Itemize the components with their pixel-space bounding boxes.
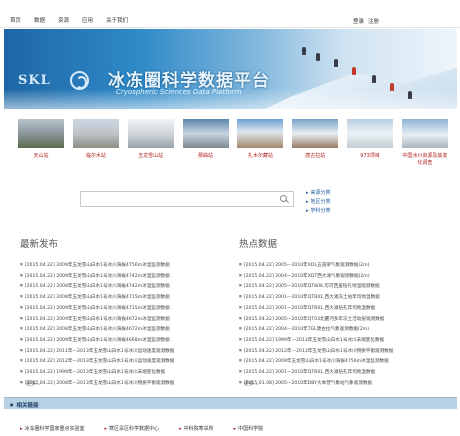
station-item[interactable]: 973项目	[347, 119, 394, 167]
nav-item-home[interactable]: 首页	[10, 16, 21, 24]
latest-list-item[interactable]: [2015.04.22] 2011年—2013年玉龙雪山白水1号冰川运动速度观测…	[20, 346, 220, 357]
related-links-bar: 相关链接	[4, 397, 457, 409]
climber-figure	[302, 47, 306, 55]
climber-figure	[390, 83, 394, 91]
search-input[interactable]	[81, 192, 271, 206]
climber-figure	[316, 53, 320, 61]
hot-list-item[interactable]: [2015.04.22] 2009年玉龙雪山白水1号冰川海拔4756m冰温监测数…	[239, 356, 453, 367]
search-box	[80, 191, 294, 207]
latest-list-item[interactable]: [2015.04.22] 2008年玉龙雪山白水1号冰川海拔4672m冰温监测数…	[20, 324, 220, 335]
site-subtitle: Cryospheric Sciences Data Platform	[116, 88, 242, 96]
related-link[interactable]: 寒区旱区科学数据中心	[105, 425, 159, 432]
category-links: 来源分类 地区分类 学科分类	[306, 189, 331, 216]
latest-list-item[interactable]: [2015.04.22] 2008年玉龙雪山白水1号冰川海拔4715m冰温监测数…	[20, 292, 220, 303]
nav-item-applications[interactable]: 应用	[82, 16, 93, 24]
latest-list-item[interactable]: [2015.04.22] 2012年—2013年玉龙雪山白水1号冰川运动速度观测…	[20, 356, 220, 367]
station-label[interactable]: 扎木尔藏站	[237, 153, 283, 160]
hot-list-item[interactable]: [2015.04.22] 2005—2010年QT806,可可西里钻孔地温观测数…	[239, 281, 453, 292]
station-item[interactable]: 扎木尔藏站	[237, 119, 284, 167]
nav-item-about[interactable]: 关于我们	[106, 16, 128, 24]
station-item[interactable]: 中国冰川资源及其变化调查	[401, 119, 448, 167]
related-links-list: 冰冻圈科学国家重点实验室 寒区旱区科学数据中心 中科院寒旱所 中国科学院	[20, 425, 264, 432]
hot-more-link[interactable]: 更多...	[244, 380, 259, 387]
station-item[interactable]: 天山站	[18, 119, 64, 167]
hot-list-item[interactable]: [2015.04.22] 2001—2010年QTB01,西大滩钻孔年均地温数据	[239, 303, 453, 314]
hot-list-item[interactable]: [2015.04.22] 1999年—2013年玉龙雪山白水1号冰川末端变化数据	[239, 335, 453, 346]
station-item[interactable]: 玉龙雪山站	[127, 119, 174, 167]
climber-figure	[408, 91, 412, 99]
station-thumbnail[interactable]	[127, 119, 174, 148]
latest-list-item[interactable]: [2015.04.22] 2009年玉龙雪山白水1号冰川海拔4668m冰温监测数…	[20, 335, 220, 346]
station-label[interactable]: 973项目	[347, 153, 393, 160]
skl-logo[interactable]: SKL	[18, 73, 51, 88]
hot-list-item[interactable]: [2015.04.22] 2012年—2013年玉龙雪山白水1号冰川物质平衡观测…	[239, 346, 453, 357]
station-thumbnail[interactable]	[237, 119, 284, 148]
hot-list-item[interactable]: [2015.04.22] 2004—2010年XDT西大滩气象观测数据(2m)	[239, 271, 453, 282]
auth-links: 登录 注册	[353, 17, 379, 25]
station-label[interactable]: 中国冰川资源及其变化调查	[402, 153, 448, 167]
related-link[interactable]: 中国科学院	[234, 425, 263, 432]
latest-list-item[interactable]: [2015.04.22] 2008年—2013年玉龙雪山白水1号冰川物质平衡观测…	[20, 378, 220, 389]
station-thumbnail[interactable]	[72, 119, 119, 148]
hot-section-title: 热点数据	[239, 239, 278, 250]
latest-more-link[interactable]: 更多...	[26, 380, 41, 387]
latest-list-item[interactable]: [2015.04.22] 2009年玉龙雪山白水1号冰川海拔4756m冰温监测数…	[20, 260, 220, 271]
header-banner: SKL 冰冻圈科学数据平台 Cryospheric Sciences Data …	[4, 29, 457, 109]
skl-logo-ring-icon	[70, 71, 89, 90]
climber-figure	[352, 67, 356, 75]
related-link[interactable]: 中科院寒旱所	[179, 425, 214, 432]
station-thumbnail[interactable]	[292, 119, 339, 148]
climber-figure	[334, 59, 338, 67]
related-links-title: 相关链接	[10, 401, 39, 409]
station-thumbnail[interactable]	[347, 119, 394, 148]
hot-list-item[interactable]: [2015.04.22] 2001—2010年QTB01,西大滩钻孔年均地温数据	[239, 367, 453, 378]
hot-list-item[interactable]: [2015.01.08] 2005—2010年DBY大本营气象站气象观测数据	[239, 378, 453, 389]
hot-list-item[interactable]: [2015.04.22] 2005—2010年QT03北麓河多年冻土活动层观测数…	[239, 314, 453, 325]
main-nav: 首页 数据 资源 应用 关于我们	[10, 16, 141, 24]
latest-list-item[interactable]: [2015.04.22] 1999年—2013年玉龙雪山白水1号冰川末端变化数据	[20, 367, 220, 378]
login-link[interactable]: 登录	[353, 17, 364, 25]
register-link[interactable]: 注册	[368, 17, 379, 25]
top-navigation-bar: 首页 数据 资源 应用 关于我们 登录 注册	[0, 0, 460, 28]
station-thumbnail[interactable]	[401, 119, 448, 148]
related-link[interactable]: 冰冻圈科学国家重点实验室	[20, 425, 85, 432]
station-label[interactable]: 临尔木站	[73, 153, 119, 160]
latest-section-title: 最新发布	[20, 239, 59, 250]
latest-list-item[interactable]: [2015.04.22] 2009年玉龙雪山白水1号冰川海拔4672m冰温监测数…	[20, 314, 220, 325]
category-link-discipline[interactable]: 学科分类	[306, 207, 331, 216]
search-icon[interactable]	[280, 195, 287, 202]
station-item[interactable]: 临尔木站	[72, 119, 119, 167]
category-link-source[interactable]: 来源分类	[306, 189, 331, 198]
latest-list-item[interactable]: [2015.04.22] 2009年玉龙雪山白水1号冰川海拔4715m冰温监测数…	[20, 303, 220, 314]
nav-item-data[interactable]: 数据	[34, 16, 45, 24]
category-link-region[interactable]: 地区分类	[306, 198, 331, 207]
station-item[interactable]: 唐古拉站	[292, 119, 339, 167]
hot-list-item[interactable]: [2015.04.22] 2001—2010年QTB01,西大滩冻土站年均地温数…	[239, 292, 453, 303]
station-label[interactable]: 天山站	[18, 153, 64, 160]
hot-list: [2015.04.22] 2005—2010年XDL五道梁气象观测数据(2m) …	[239, 260, 453, 388]
station-gallery: 天山站 临尔木站 玉龙雪山站 那曲站 扎木尔藏站 唐古拉站 973项目 中国冰川…	[18, 119, 448, 167]
hot-list-item[interactable]: [2015.04.22] 2004—2010年TGL唐古拉气象观测数据(2m)	[239, 324, 453, 335]
climber-figure	[372, 75, 376, 83]
nav-item-resources[interactable]: 资源	[58, 16, 69, 24]
station-label[interactable]: 玉龙雪山站	[128, 153, 174, 160]
station-label[interactable]: 那曲站	[183, 153, 229, 160]
station-item[interactable]: 那曲站	[182, 119, 229, 167]
station-label[interactable]: 唐古拉站	[292, 153, 338, 160]
latest-list-item[interactable]: [2015.04.22] 2008年玉龙雪山白水1号冰川海拔4742m冰温监测数…	[20, 281, 220, 292]
hot-list-item[interactable]: [2015.04.22] 2005—2010年XDL五道梁气象观测数据(2m)	[239, 260, 453, 271]
latest-list: [2015.04.22] 2009年玉龙雪山白水1号冰川海拔4756m冰温监测数…	[20, 260, 220, 388]
station-thumbnail[interactable]	[182, 119, 229, 148]
latest-list-item[interactable]: [2015.04.22] 2009年玉龙雪山白水1号冰川海拔4742m冰温监测数…	[20, 271, 220, 282]
station-thumbnail[interactable]	[18, 119, 64, 148]
